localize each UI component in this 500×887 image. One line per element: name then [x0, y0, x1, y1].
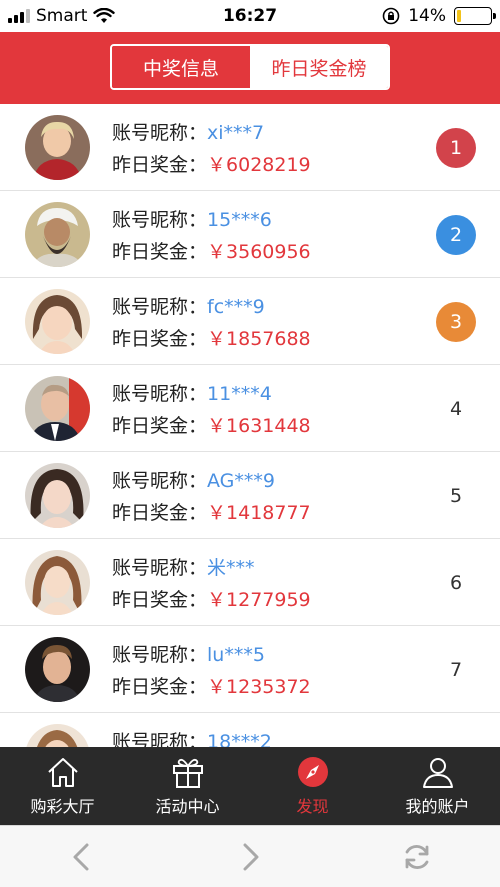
battery-percent: 14%	[408, 6, 446, 26]
rank-number: 6	[449, 572, 463, 594]
tab-yesterday-ranking[interactable]: 昨日奖金榜	[250, 46, 388, 88]
tab-label: 我的账户	[405, 797, 470, 816]
prize-label: 昨日奖金：	[112, 154, 208, 176]
reload-icon[interactable]	[400, 840, 434, 874]
list-item[interactable]: 账号昵称：AG***9 昨日奖金：￥1418777 5	[0, 452, 500, 539]
prize-value: ￥1235372	[207, 676, 311, 698]
rank-number: 5	[449, 485, 463, 507]
prize-value: ￥3560956	[207, 241, 311, 263]
prize-label: 昨日奖金：	[112, 415, 208, 437]
nickname-label: 账号昵称：	[112, 557, 208, 579]
avatar	[25, 289, 90, 354]
tab-my-account[interactable]: 我的账户	[375, 747, 500, 825]
nickname-value: 11***4	[207, 383, 272, 405]
user-icon	[422, 758, 453, 788]
nickname-value: lu***5	[207, 644, 265, 666]
prize-label: 昨日奖金：	[112, 241, 208, 263]
prize-value: ￥1857688	[207, 328, 311, 350]
rank-number: 4	[449, 398, 463, 420]
rank-badge: 3	[436, 302, 476, 342]
rank-number: 7	[449, 659, 463, 681]
avatar	[25, 463, 90, 528]
tab-label: 发现	[296, 797, 329, 816]
list-item[interactable]: 账号昵称：15***6 昨日奖金：￥3560956 2	[0, 191, 500, 278]
list-item[interactable]: 账号昵称：xi***7 昨日奖金：￥6028219 1	[0, 104, 500, 191]
tab-lottery-hall[interactable]: 购彩大厅	[0, 747, 125, 825]
rotation-lock-icon	[382, 7, 400, 25]
nickname-label: 账号昵称：	[112, 209, 208, 231]
nickname-value: xi***7	[207, 122, 265, 144]
tab-bar: 购彩大厅 活动中心 发现 我的账户	[0, 747, 500, 825]
prize-value: ￥1418777	[207, 502, 311, 524]
status-bar: Smart 16:27 14%	[0, 0, 500, 32]
tab-winning-info[interactable]: 中奖信息	[112, 46, 250, 88]
nickname-value: 18***2	[207, 731, 272, 747]
forward-icon[interactable]	[232, 840, 266, 874]
prize-value: ￥6028219	[207, 154, 311, 176]
ranking-list[interactable]: 账号昵称：xi***7 昨日奖金：￥6028219 1 账号昵称：15***6 …	[0, 104, 500, 747]
prize-value: ￥1277959	[207, 589, 311, 611]
tab-discover[interactable]: 发现	[250, 747, 375, 825]
prize-label: 昨日奖金：	[112, 589, 208, 611]
nickname-label: 账号昵称：	[112, 122, 208, 144]
nickname-value: AG***9	[207, 470, 275, 492]
nickname-label: 账号昵称：	[112, 644, 208, 666]
browser-toolbar	[0, 825, 500, 887]
battery-icon	[454, 7, 496, 25]
list-item[interactable]: 账号昵称：11***4 昨日奖金：￥1631448 4	[0, 365, 500, 452]
avatar	[25, 724, 90, 747]
avatar	[25, 550, 90, 615]
list-item[interactable]: 账号昵称：18***2	[0, 713, 500, 747]
header: 中奖信息 昨日奖金榜	[0, 32, 500, 104]
segmented-control: 中奖信息 昨日奖金榜	[110, 44, 390, 90]
prize-label: 昨日奖金：	[112, 676, 208, 698]
list-item[interactable]: 账号昵称：fc***9 昨日奖金：￥1857688 3	[0, 278, 500, 365]
list-item[interactable]: 账号昵称：米*** 昨日奖金：￥1277959 6	[0, 539, 500, 626]
avatar	[25, 202, 90, 267]
battery-level	[457, 10, 462, 22]
back-icon[interactable]	[66, 840, 100, 874]
list-item[interactable]: 账号昵称：lu***5 昨日奖金：￥1235372 7	[0, 626, 500, 713]
nickname-value: 米***	[207, 557, 255, 579]
rank-badge: 1	[436, 128, 476, 168]
tab-label: 活动中心	[155, 797, 220, 816]
nickname-value: fc***9	[207, 296, 265, 318]
prize-value: ￥1631448	[207, 415, 311, 437]
rank-badge: 2	[436, 215, 476, 255]
status-right: 14%	[382, 6, 496, 26]
compass-icon	[297, 757, 328, 787]
home-icon	[47, 758, 78, 787]
gift-icon	[172, 758, 203, 788]
avatar	[25, 115, 90, 180]
avatar	[25, 637, 90, 702]
nickname-label: 账号昵称：	[112, 470, 208, 492]
prize-label: 昨日奖金：	[112, 328, 208, 350]
nickname-value: 15***6	[207, 209, 272, 231]
tab-label: 购彩大厅	[30, 797, 95, 816]
prize-label: 昨日奖金：	[112, 502, 208, 524]
nickname-label: 账号昵称：	[112, 383, 208, 405]
tab-activity-center[interactable]: 活动中心	[125, 747, 250, 825]
avatar	[25, 376, 90, 441]
nickname-label: 账号昵称：	[112, 731, 208, 747]
nickname-label: 账号昵称：	[112, 296, 208, 318]
